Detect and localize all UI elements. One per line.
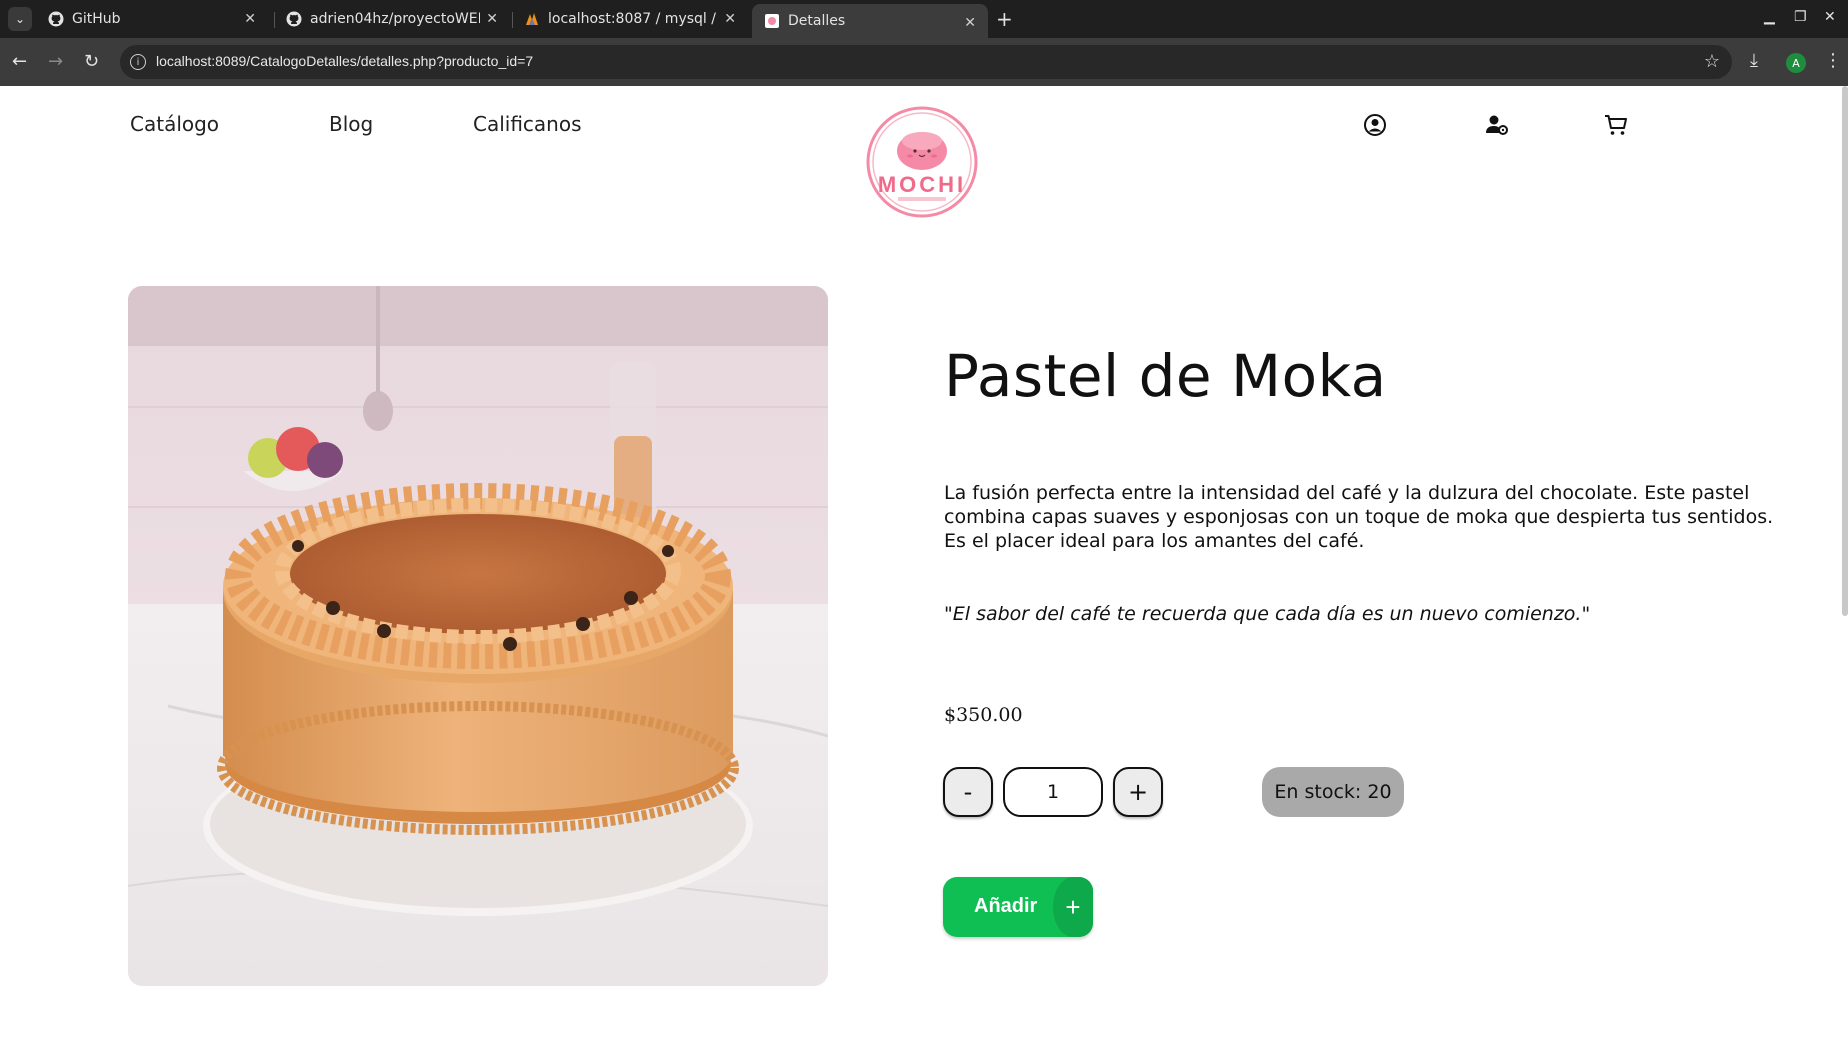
product-title: Pastel de Moka	[944, 342, 1387, 410]
new-tab-plus-icon[interactable]: +	[996, 7, 1013, 31]
mochi-logo[interactable]: MOCHI	[866, 106, 978, 218]
increment-button[interactable]: +	[1113, 767, 1163, 817]
product-price: $350.00	[944, 704, 1023, 726]
product-description: La fusión perfecta entre la intensidad d…	[944, 482, 1774, 552]
add-button-label: Añadir	[974, 895, 1038, 917]
add-to-cart-button[interactable]: Añadir +	[943, 877, 1093, 937]
kebab-menu-icon[interactable]: ⋮	[1824, 50, 1842, 71]
forward-arrow-icon[interactable]: →	[48, 51, 63, 72]
bookmark-star-icon[interactable]: ☆	[1704, 51, 1720, 72]
close-icon[interactable]: ✕	[486, 11, 498, 27]
download-icon[interactable]: ⤓	[1750, 50, 1758, 71]
logo-text: MOCHI	[878, 172, 966, 197]
browser-toolbar: ← → ↻ i localhost:8089/CatalogoDetalles/…	[0, 38, 1848, 86]
user-circle-icon[interactable]	[1362, 112, 1388, 138]
minimize-icon[interactable]: ▁	[1764, 9, 1775, 25]
product-image	[128, 286, 828, 986]
plus-icon: +	[1053, 877, 1093, 937]
close-icon[interactable]: ✕	[964, 15, 976, 31]
scrollbar[interactable]	[1842, 86, 1848, 616]
tab-search-button[interactable]: ⌄	[8, 7, 32, 31]
profile-avatar[interactable]: A	[1786, 53, 1806, 73]
github-icon	[286, 11, 302, 27]
back-arrow-icon[interactable]: ←	[12, 51, 27, 72]
page-content: Catálogo Blog Calificanos MOCHI Pastel d…	[0, 86, 1848, 1046]
close-icon[interactable]: ✕	[724, 11, 736, 27]
restore-icon[interactable]: ❐	[1794, 9, 1807, 25]
mochi-favicon	[764, 13, 780, 29]
nav-catalogo[interactable]: Catálogo	[130, 112, 219, 136]
browser-tab-bar: ⌄ GitHub ✕ adrien04hz/proyectoWEB ✕ loca…	[0, 0, 1848, 38]
github-icon	[48, 11, 64, 27]
quantity-input[interactable]	[1003, 767, 1103, 817]
product-quote: "El sabor del café te recuerda que cada …	[944, 603, 1591, 625]
nav-blog[interactable]: Blog	[329, 112, 373, 136]
close-icon[interactable]: ✕	[244, 11, 256, 27]
cart-icon[interactable]	[1603, 112, 1629, 138]
nav-calificanos[interactable]: Calificanos	[473, 112, 582, 136]
address-bar[interactable]: i localhost:8089/CatalogoDetalles/detall…	[120, 45, 1732, 79]
tab-repo[interactable]: adrien04hz/proyectoWEB ✕	[274, 0, 510, 38]
tab-phpmyadmin[interactable]: localhost:8087 / mysql / t ✕	[512, 0, 748, 38]
decrement-button[interactable]: -	[943, 767, 993, 817]
tab-detalles[interactable]: Detalles ✕	[752, 4, 988, 38]
stock-badge: En stock: 20	[1262, 767, 1404, 817]
reload-icon[interactable]: ↻	[84, 51, 99, 72]
window-close-icon[interactable]: ✕	[1824, 9, 1836, 25]
site-info-icon[interactable]: i	[130, 54, 146, 70]
user-settings-icon[interactable]	[1484, 112, 1510, 138]
url-text[interactable]: localhost:8089/CatalogoDetalles/detalles…	[156, 53, 533, 69]
phpmyadmin-icon	[524, 11, 540, 27]
tab-github[interactable]: GitHub ✕	[36, 0, 268, 38]
